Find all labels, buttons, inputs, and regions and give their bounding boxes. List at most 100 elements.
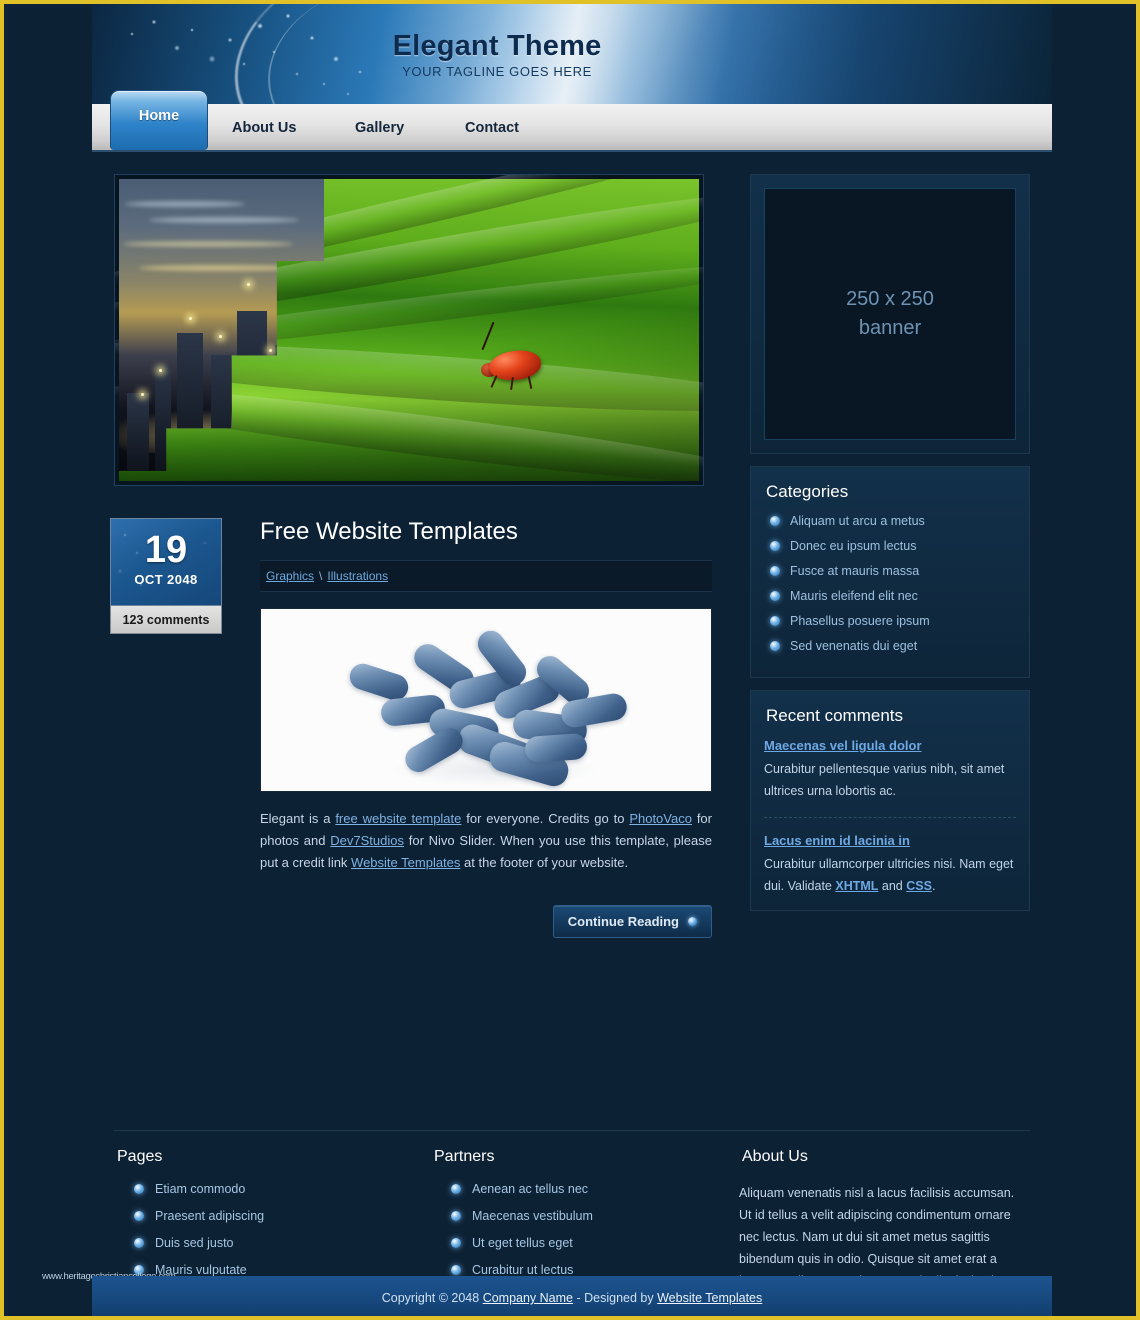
inline-link[interactable]: XHTML [835, 879, 878, 893]
categories-list: Aliquam ut arcu a metus Donec eu ipsum le… [764, 514, 1016, 653]
category-item-label: Sed venenatis dui eget [790, 639, 918, 653]
inline-link[interactable]: Dev7Studios [330, 833, 404, 848]
site-header: Elegant Theme YOUR TAGLINE GOES HERE [92, 4, 1052, 104]
bullet-icon [134, 1238, 144, 1248]
nav-label-about-us: About Us [232, 120, 297, 136]
inline-link[interactable]: free website template [335, 811, 461, 826]
nav-item-contact[interactable]: Contact [465, 104, 545, 152]
inline-text: . [931, 879, 936, 893]
footer-page-item-label: Praesent adipiscing [155, 1209, 265, 1223]
footer-page-item-label: Duis sed justo [155, 1236, 234, 1250]
category-item-label: Phasellus posuere ipsum [790, 614, 930, 628]
footer-title-partners: Partners [434, 1148, 495, 1165]
recent-comment-item: Maecenas vel ligula dolor Curabitur pelle… [764, 738, 1016, 802]
footer-page-item[interactable]: Etiam commodo [134, 1182, 404, 1196]
inline-link[interactable]: CSS [906, 879, 932, 893]
inline-link[interactable]: Company Name [483, 1291, 573, 1305]
footer-partner-item-label: Aenean ac tellus nec [472, 1182, 589, 1196]
post-article: Free Website Templates Graphics \ Illust… [260, 518, 712, 938]
copyright-bar: Copyright © 2048 Company Name - Designed… [92, 1276, 1052, 1316]
banner-size-line1: 250 x 250 [846, 288, 934, 310]
bullet-icon [451, 1211, 461, 1221]
category-item-label: Aliquam ut arcu a metus [790, 514, 925, 528]
footer-title-pages: Pages [117, 1148, 163, 1165]
post-featured-image [260, 608, 712, 792]
recent-comment-item: Lacus enim id lacinia in Curabitur ullamc… [764, 833, 1016, 897]
footer-partner-item[interactable]: Aenean ac tellus nec [451, 1182, 721, 1196]
comment-separator [764, 817, 1016, 818]
footer-divider [114, 1130, 1030, 1131]
category-item[interactable]: Aliquam ut arcu a metus [770, 514, 1016, 528]
nivo-slider[interactable] [114, 174, 704, 486]
inline-link[interactable]: Website Templates [351, 855, 460, 870]
post-comments-count[interactable]: 123 comments [110, 606, 222, 634]
inline-text: at the footer of your website. [460, 855, 629, 870]
category-item[interactable]: Fusce at mauris massa [770, 564, 1016, 578]
site-tagline: YOUR TAGLINE GOES HERE [402, 64, 592, 79]
inline-link[interactable]: PhotoVaco [629, 811, 692, 826]
post-date-month-year: OCT 2048 [134, 572, 198, 587]
bullet-icon [770, 541, 780, 551]
footer-partner-item-label: Ut eget tellus eget [472, 1236, 573, 1250]
site-title: Elegant Theme [392, 30, 602, 62]
category-item[interactable]: Donec eu ipsum lectus [770, 539, 1016, 553]
category-item[interactable]: Mauris eleifend elit nec [770, 589, 1016, 603]
post-date-day: 19 [144, 529, 188, 571]
capsule-shape [524, 732, 588, 764]
widget-banner: 250 x 250 banner [750, 174, 1030, 454]
bullet-icon [770, 616, 780, 626]
widget-title-categories: Categories [766, 482, 849, 501]
widget-categories: Categories Aliquam ut arcu a metus Donec … [750, 466, 1030, 678]
post-meta-separator: \ [319, 569, 323, 583]
footer-partner-item-label: Curabitur ut lectus [472, 1263, 574, 1277]
footer-page-item[interactable]: Praesent adipiscing [134, 1209, 404, 1223]
nav-list: Home About Us Gallery Contact [92, 90, 1052, 152]
copyright-text: Copyright © 2048 Company Name - Designed… [382, 1291, 763, 1305]
continue-reading-label: Continue Reading [567, 914, 679, 929]
bullet-icon [770, 641, 780, 651]
footer-page-item-label: Etiam commodo [155, 1182, 246, 1196]
category-item[interactable]: Sed venenatis dui eget [770, 639, 1016, 653]
nav-label-gallery: Gallery [355, 120, 405, 136]
post-subcategory-link[interactable]: Illustrations [327, 569, 388, 583]
banner-placeholder[interactable]: 250 x 250 banner [764, 188, 1016, 440]
beetle-illustration [479, 321, 545, 391]
bullet-icon [770, 516, 780, 526]
inline-link[interactable]: Website Templates [657, 1291, 762, 1305]
recent-comment-body: Curabitur ullamcorper ultricies nisi. Na… [764, 853, 1016, 897]
bullet-icon [134, 1184, 144, 1194]
inline-text: Elegant is a [260, 811, 336, 826]
bullet-icon [134, 1211, 144, 1221]
category-item-label: Mauris eleifend elit nec [790, 589, 918, 603]
recent-comment-title[interactable]: Lacus enim id lacinia in [764, 833, 1016, 848]
footer-partner-item[interactable]: Curabitur ut lectus [451, 1263, 721, 1277]
widget-recent-comments: Recent comments Maecenas vel ligula dolo… [750, 690, 1030, 911]
nav-item-about-us[interactable]: About Us [232, 104, 332, 152]
nav-label-home: Home [138, 107, 180, 124]
footer-partner-item[interactable]: Maecenas vestibulum [451, 1209, 721, 1223]
nav-item-home[interactable]: Home [110, 90, 208, 150]
continue-reading-button[interactable]: Continue Reading [552, 905, 712, 938]
nav-item-gallery[interactable]: Gallery [355, 104, 435, 152]
category-item-label: Donec eu ipsum lectus [790, 539, 917, 553]
post-date-badge: 19 OCT 2048 [110, 518, 222, 606]
page-body: 19 OCT 2048 123 comments Free Website Te… [92, 152, 1052, 1310]
main-navigation: Home About Us Gallery Contact [92, 90, 1052, 152]
post-body-text: Elegant is a free website template for e… [260, 808, 712, 874]
page-frame: Elegant Theme YOUR TAGLINE GOES HERE Hom… [0, 0, 1140, 1320]
post-title: Free Website Templates [260, 518, 518, 545]
inline-text: for everyone. Credits go to [461, 811, 630, 826]
banner-size-line2: banner [858, 317, 922, 339]
category-item-label: Fusce at mauris massa [790, 564, 920, 578]
arrow-dot-icon [688, 917, 697, 926]
nav-label-contact: Contact [465, 120, 519, 136]
category-item[interactable]: Phasellus posuere ipsum [770, 614, 1016, 628]
recent-comment-title[interactable]: Maecenas vel ligula dolor [764, 738, 1016, 753]
bullet-icon [451, 1238, 461, 1248]
inline-text: and [878, 879, 907, 893]
footer-page-item[interactable]: Duis sed justo [134, 1236, 404, 1250]
post-category-link[interactable]: Graphics [266, 569, 314, 583]
recent-comments-list: Maecenas vel ligula dolor Curabitur pelle… [764, 738, 1016, 897]
bullet-icon [451, 1184, 461, 1194]
footer-partner-item[interactable]: Ut eget tellus eget [451, 1236, 721, 1250]
